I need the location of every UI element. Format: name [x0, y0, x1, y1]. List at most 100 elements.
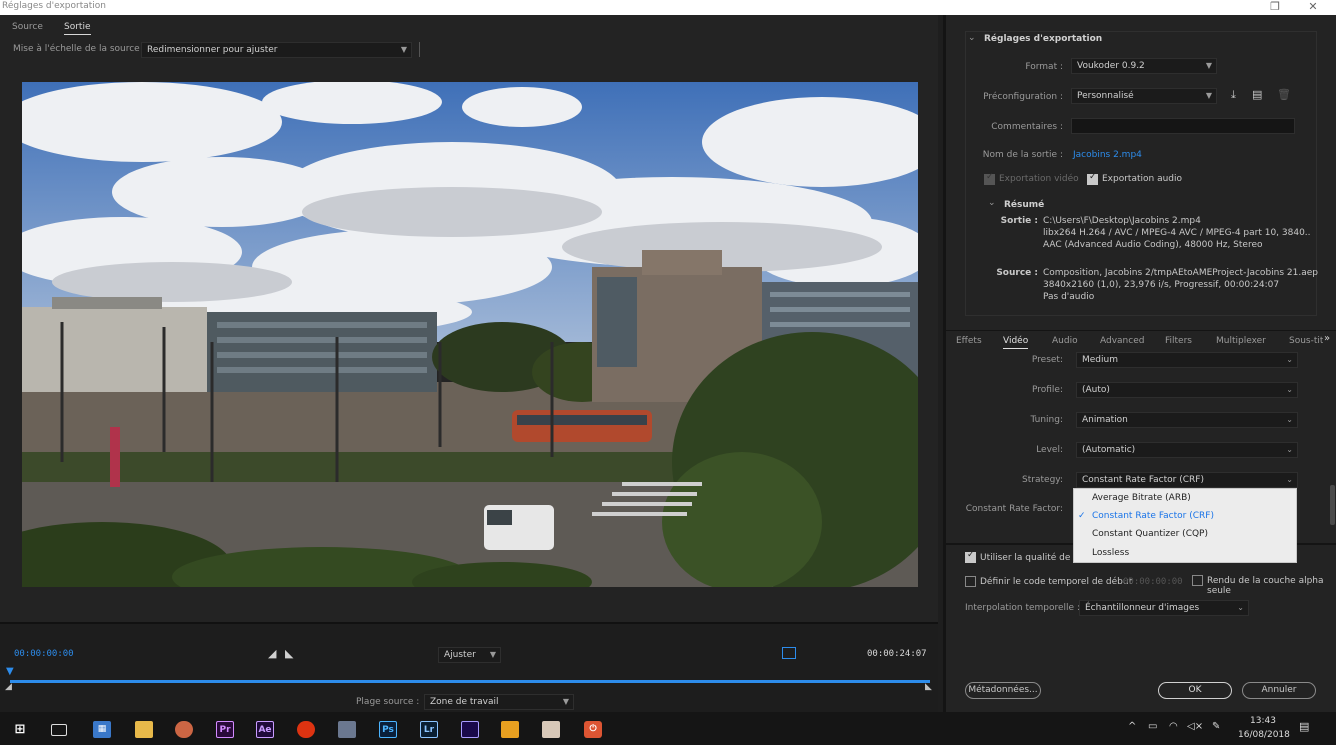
check-icon: ✓	[1078, 511, 1086, 521]
tab-advanced[interactable]: Advanced	[1100, 336, 1144, 346]
preset-dropdown[interactable]: Personnalisé ▼	[1071, 88, 1217, 104]
summary-title: Résumé	[1004, 200, 1045, 210]
aspect-ratio-icon[interactable]	[782, 647, 796, 659]
app-icon[interactable]	[338, 721, 356, 738]
tab-filters[interactable]: Filters	[1165, 336, 1192, 346]
restore-button[interactable]: ❐	[1260, 0, 1290, 15]
in-point-icon[interactable]: ◢	[5, 682, 12, 692]
export-section-title: Réglages d'exportation	[984, 34, 1103, 44]
window-title: Réglages d'exportation	[2, 1, 107, 11]
control-panel-icon[interactable]: ▦	[93, 721, 111, 738]
tab-audio[interactable]: Audio	[1052, 336, 1078, 346]
chevron-down-icon: ▼	[562, 697, 569, 706]
chevron-down-icon: ⌄	[1286, 385, 1293, 394]
after-effects-icon[interactable]: Ae	[256, 721, 274, 738]
scale-dropdown[interactable]: Redimensionner pour ajuster ▼	[141, 42, 412, 58]
out-point-icon[interactable]: ◣	[925, 682, 932, 692]
media-encoder-icon[interactable]	[461, 721, 479, 738]
settings-scrollbar[interactable]	[1330, 485, 1335, 525]
menu-item-abr[interactable]: Average Bitrate (ARB)	[1092, 493, 1191, 503]
volume-icon[interactable]: ◁×	[1187, 721, 1203, 732]
photoshop-icon[interactable]: Ps	[379, 721, 397, 738]
video-preset-value: Medium	[1082, 355, 1118, 365]
video-preset-label: Preset:	[1031, 355, 1063, 365]
chevron-down-icon: ▼	[400, 45, 407, 54]
preview-image	[22, 82, 918, 587]
clock-time[interactable]: 13:43	[1250, 716, 1276, 726]
chevron-up-icon[interactable]: ^	[1128, 721, 1136, 732]
menu-item-lossless[interactable]: Lossless	[1092, 548, 1129, 558]
app-icon-2[interactable]	[501, 721, 519, 738]
pen-icon[interactable]: ✎	[1212, 721, 1220, 732]
windows-start-icon[interactable]: ⊞	[11, 721, 29, 738]
summary-output-label: Sortie :	[1000, 216, 1038, 226]
notifications-icon[interactable]: ▤	[1299, 720, 1309, 733]
clock-date[interactable]: 16/08/2018	[1238, 730, 1290, 740]
use-quality-checkbox[interactable]	[965, 550, 976, 563]
interp-dropdown[interactable]: Échantillonneur d'images ⌄	[1079, 600, 1249, 616]
mark-out-icon[interactable]: ◣	[285, 647, 293, 660]
cancel-button[interactable]: Annuler	[1242, 682, 1316, 699]
file-explorer-icon[interactable]	[135, 721, 153, 738]
tab-multiplexer[interactable]: Multiplexer	[1216, 336, 1266, 346]
delete-preset-icon[interactable]: 🗑	[1277, 88, 1291, 101]
task-view-icon[interactable]	[51, 724, 67, 736]
import-preset-icon[interactable]: ▤	[1252, 88, 1262, 101]
save-preset-icon[interactable]: ⤓	[1231, 88, 1236, 102]
menu-item-cqp[interactable]: Constant Quantizer (CQP)	[1092, 529, 1208, 539]
start-timecode-value[interactable]: 00:00:00:00	[1123, 577, 1183, 587]
strategy-value: Constant Rate Factor (CRF)	[1082, 475, 1204, 485]
summary-output-line-1: C:\Users\F\Desktop\Jacobins 2.mp4	[1043, 216, 1201, 226]
video-preset-dropdown[interactable]: Medium ⌄	[1076, 352, 1298, 368]
timecode-checkbox[interactable]	[965, 576, 976, 587]
menu-item-crf[interactable]: Constant Rate Factor (CRF)	[1092, 511, 1214, 521]
output-name-link[interactable]: Jacobins 2.mp4	[1073, 150, 1142, 160]
battery-icon[interactable]: ▭	[1148, 721, 1157, 732]
strategy-label: Strategy:	[1022, 475, 1063, 485]
alpha-checkbox[interactable]	[1192, 575, 1203, 586]
app-icon-3[interactable]	[542, 721, 560, 738]
level-dropdown[interactable]: (Automatic) ⌄	[1076, 442, 1298, 458]
export-video-checkbox[interactable]	[984, 172, 995, 185]
preset-label: Préconfiguration :	[983, 92, 1063, 102]
divider	[419, 42, 420, 57]
premiere-icon[interactable]: Pr	[216, 721, 234, 738]
chevron-down-icon: ▼	[1205, 61, 1212, 70]
lightroom-icon[interactable]: Lr	[420, 721, 438, 738]
zoom-dropdown[interactable]: Ajuster ▼	[438, 647, 501, 663]
export-audio-checkbox[interactable]	[1087, 172, 1098, 185]
range-dropdown[interactable]: Zone de travail ▼	[424, 694, 574, 710]
timecode-start[interactable]: 00:00:00:00	[14, 649, 74, 659]
chevron-down-icon: ⌄	[1286, 355, 1293, 364]
export-video-label: Exportation vidéo	[999, 174, 1079, 184]
subtab-divider	[946, 330, 1336, 331]
tab-source[interactable]: Source	[12, 22, 43, 32]
profile-dropdown[interactable]: (Auto) ⌄	[1076, 382, 1298, 398]
power-icon[interactable]: ⏻	[584, 721, 602, 738]
close-button[interactable]: ✕	[1298, 0, 1328, 15]
wifi-icon[interactable]: ◠	[1169, 721, 1178, 732]
source-range-bar[interactable]	[10, 680, 930, 683]
mark-in-icon[interactable]: ◢	[268, 647, 276, 660]
more-tabs-icon[interactable]: »	[1324, 333, 1330, 344]
paint-icon[interactable]	[175, 721, 193, 738]
ok-button[interactable]: OK	[1158, 682, 1232, 699]
tuning-label: Tuning:	[1030, 415, 1064, 425]
comments-input[interactable]	[1071, 118, 1295, 134]
tuning-dropdown[interactable]: Animation ⌄	[1076, 412, 1298, 428]
tab-output[interactable]: Sortie	[64, 22, 91, 35]
chevron-down-icon: ▼	[489, 650, 496, 659]
metadata-button[interactable]: Métadonnées...	[965, 682, 1041, 699]
collapse-icon[interactable]: ⌄	[968, 33, 976, 43]
level-value: (Automatic)	[1082, 445, 1136, 455]
format-dropdown[interactable]: Voukoder 0.9.2 ▼	[1071, 58, 1217, 74]
strategy-dropdown[interactable]: Constant Rate Factor (CRF) ⌄	[1076, 472, 1298, 488]
playhead-icon[interactable]: ▼	[6, 666, 14, 677]
taskbar: ⊞ ▦ Pr Ae Ps Lr ⏻ ^ ▭ ◠ ◁× ✎ 13:43 16/08…	[0, 712, 1336, 745]
summary-output-line-2: libx264 H.264 / AVC / MPEG-4 AVC / MPEG-…	[1043, 228, 1311, 238]
tab-video[interactable]: Vidéo	[1003, 336, 1029, 349]
opera-icon[interactable]	[297, 721, 315, 738]
tab-subtitles[interactable]: Sous-tit	[1289, 336, 1323, 346]
collapse-summary-icon[interactable]: ⌄	[988, 198, 996, 208]
tab-effects[interactable]: Effets	[956, 336, 982, 346]
